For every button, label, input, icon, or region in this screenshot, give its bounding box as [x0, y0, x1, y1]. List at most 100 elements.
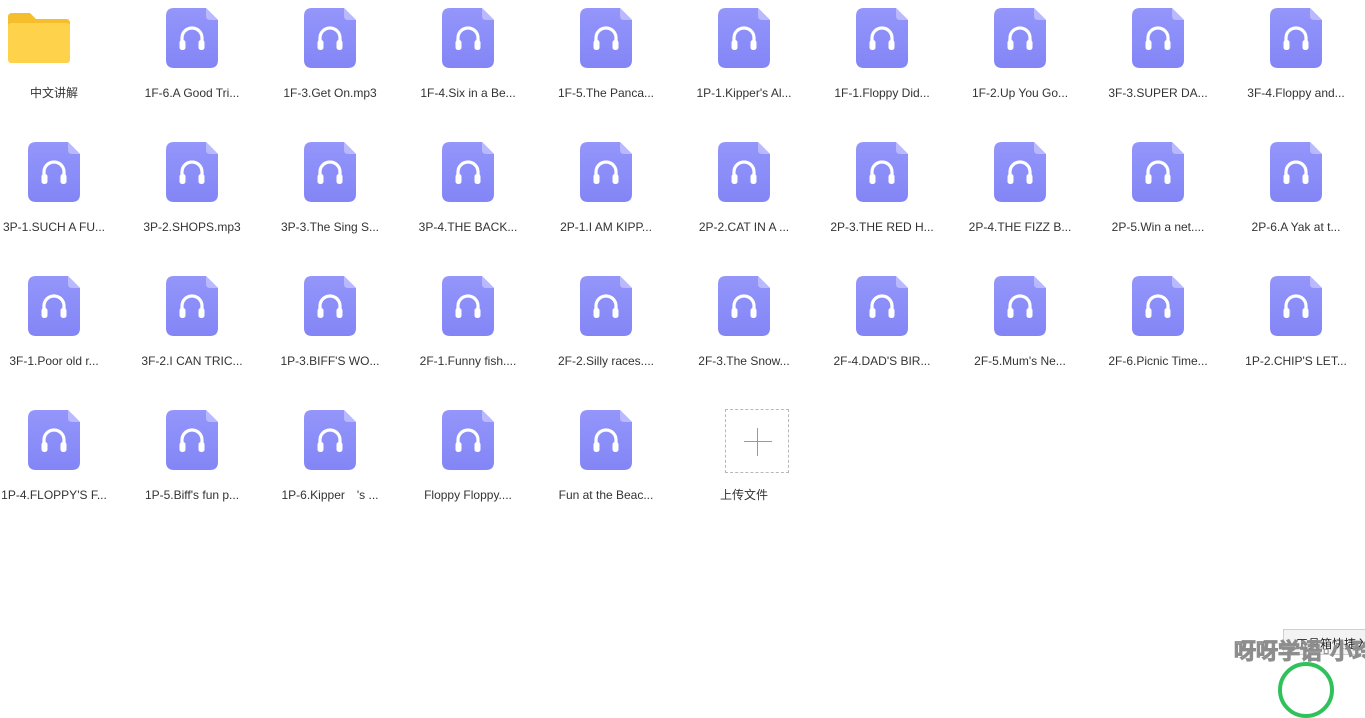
plus-icon [725, 409, 789, 473]
item-label: 3P-3.The Sing S... [280, 220, 380, 234]
item-label: 3P-1.SUCH A FU... [2, 220, 106, 234]
audio-file-icon [442, 276, 494, 336]
audio-file-icon [28, 276, 80, 336]
file-item[interactable]: 2F-1.Funny fish.... [399, 270, 537, 390]
item-label: 2F-4.DAD'S BIR... [833, 354, 931, 368]
item-label: 1P-5.Biff's fun p... [144, 488, 240, 502]
item-label: 1P-1.Kipper's Al... [696, 86, 792, 100]
audio-file-icon [856, 8, 908, 68]
floating-ball[interactable] [1278, 662, 1334, 718]
audio-file-icon [304, 142, 356, 202]
file-item[interactable]: 2P-1.I AM KIPP... [537, 136, 675, 256]
item-label: 中文讲解 [29, 86, 78, 100]
file-item[interactable]: 1F-5.The Panca... [537, 2, 675, 122]
item-label: 3F-1.Poor old r... [9, 354, 99, 368]
folder-item[interactable]: 中文讲解 [0, 2, 123, 122]
file-item[interactable]: 2P-2.CAT IN A ... [675, 136, 813, 256]
item-label: 2F-2.Silly races.... [557, 354, 655, 368]
item-label: 3P-2.SHOPS.mp3 [143, 220, 241, 234]
audio-file-icon [304, 276, 356, 336]
file-item[interactable]: 1F-6.A Good Tri... [123, 2, 261, 122]
item-label: 1F-3.Get On.mp3 [283, 86, 377, 100]
file-item[interactable]: 3F-1.Poor old r... [0, 270, 123, 390]
upload-file-button[interactable]: 上传文件 [675, 404, 813, 524]
item-label: 2P-6.A Yak at t... [1251, 220, 1341, 234]
folder-icon [8, 13, 70, 63]
item-label: 2P-3.THE RED H... [830, 220, 934, 234]
audio-file-icon [442, 142, 494, 202]
audio-file-icon [1132, 276, 1184, 336]
file-item[interactable]: 3F-4.Floppy and... [1227, 2, 1365, 122]
audio-file-icon [1132, 142, 1184, 202]
file-item[interactable]: 2P-5.Win a net.... [1089, 136, 1227, 256]
file-item[interactable]: 1F-2.Up You Go... [951, 2, 1089, 122]
audio-file-icon [166, 410, 218, 470]
audio-file-icon [580, 142, 632, 202]
file-item[interactable]: 1P-5.Biff's fun p... [123, 404, 261, 524]
file-item[interactable]: 3P-1.SUCH A FU... [0, 136, 123, 256]
audio-file-icon [580, 276, 632, 336]
item-label: 1F-1.Floppy Did... [834, 86, 930, 100]
item-label: 2P-5.Win a net.... [1111, 220, 1205, 234]
item-label: 1F-4.Six in a Be... [420, 86, 516, 100]
file-item[interactable]: 1F-1.Floppy Did... [813, 2, 951, 122]
item-label: 3F-2.I CAN TRIC... [141, 354, 243, 368]
file-item[interactable]: 1P-3.BIFF'S WO... [261, 270, 399, 390]
item-label: 1F-2.Up You Go... [971, 86, 1069, 100]
audio-file-icon [28, 142, 80, 202]
file-item[interactable]: 3P-2.SHOPS.mp3 [123, 136, 261, 256]
file-item[interactable]: 2F-6.Picnic Time... [1089, 270, 1227, 390]
audio-file-icon [304, 410, 356, 470]
audio-file-icon [994, 8, 1046, 68]
file-item[interactable]: 3P-4.THE BACK... [399, 136, 537, 256]
audio-file-icon [994, 142, 1046, 202]
audio-file-icon [1270, 142, 1322, 202]
audio-file-icon [580, 8, 632, 68]
item-label: 上传文件 [719, 488, 768, 502]
file-item[interactable]: 2P-3.THE RED H... [813, 136, 951, 256]
audio-file-icon [718, 142, 770, 202]
file-item[interactable]: 2P-4.THE FIZZ B... [951, 136, 1089, 256]
audio-file-icon [994, 276, 1046, 336]
file-item[interactable]: 1P-6.Kipper 's ... [261, 404, 399, 524]
item-label: 2P-2.CAT IN A ... [698, 220, 790, 234]
audio-file-icon [1270, 276, 1322, 336]
item-label: 3F-3.SUPER DA... [1108, 86, 1208, 100]
file-item[interactable]: 2P-6.A Yak at t... [1227, 136, 1365, 256]
file-item[interactable]: 2F-3.The Snow... [675, 270, 813, 390]
item-label: 2P-4.THE FIZZ B... [968, 220, 1072, 234]
audio-file-icon [856, 142, 908, 202]
audio-file-icon [580, 410, 632, 470]
file-item[interactable]: 2F-2.Silly races.... [537, 270, 675, 390]
file-item[interactable]: 1P-4.FLOPPY'S F... [0, 404, 123, 524]
file-item[interactable]: 3F-3.SUPER DA... [1089, 2, 1227, 122]
file-item[interactable]: Fun at the Beac... [537, 404, 675, 524]
item-label: 1P-2.CHIP'S LET... [1245, 354, 1347, 368]
audio-file-icon [718, 8, 770, 68]
audio-file-icon [304, 8, 356, 68]
item-label: 1F-5.The Panca... [557, 86, 655, 100]
audio-file-icon [28, 410, 80, 470]
file-item[interactable]: 3P-3.The Sing S... [261, 136, 399, 256]
file-item[interactable]: 3F-2.I CAN TRIC... [123, 270, 261, 390]
audio-file-icon [166, 8, 218, 68]
file-item[interactable]: 2F-5.Mum's Ne... [951, 270, 1089, 390]
audio-file-icon [166, 142, 218, 202]
audio-file-icon [442, 410, 494, 470]
item-label: 2F-5.Mum's Ne... [974, 354, 1066, 368]
item-label: Floppy Floppy.... [424, 488, 512, 502]
audio-file-icon [1132, 8, 1184, 68]
watermark: 呀呀学语·小玲团 [1233, 640, 1365, 666]
item-label: 1P-4.FLOPPY'S F... [1, 488, 107, 502]
file-item[interactable]: 1F-3.Get On.mp3 [261, 2, 399, 122]
item-label: 2F-3.The Snow... [698, 354, 790, 368]
item-label: 3P-4.THE BACK... [418, 220, 518, 234]
file-item[interactable]: Floppy Floppy.... [399, 404, 537, 524]
item-label: 1P-6.Kipper 's ... [281, 488, 379, 502]
file-item[interactable]: 1F-4.Six in a Be... [399, 2, 537, 122]
file-item[interactable]: 1P-2.CHIP'S LET... [1227, 270, 1365, 390]
file-item[interactable]: 1P-1.Kipper's Al... [675, 2, 813, 122]
item-label: 2P-1.I AM KIPP... [560, 220, 652, 234]
audio-file-icon [166, 276, 218, 336]
file-item[interactable]: 2F-4.DAD'S BIR... [813, 270, 951, 390]
